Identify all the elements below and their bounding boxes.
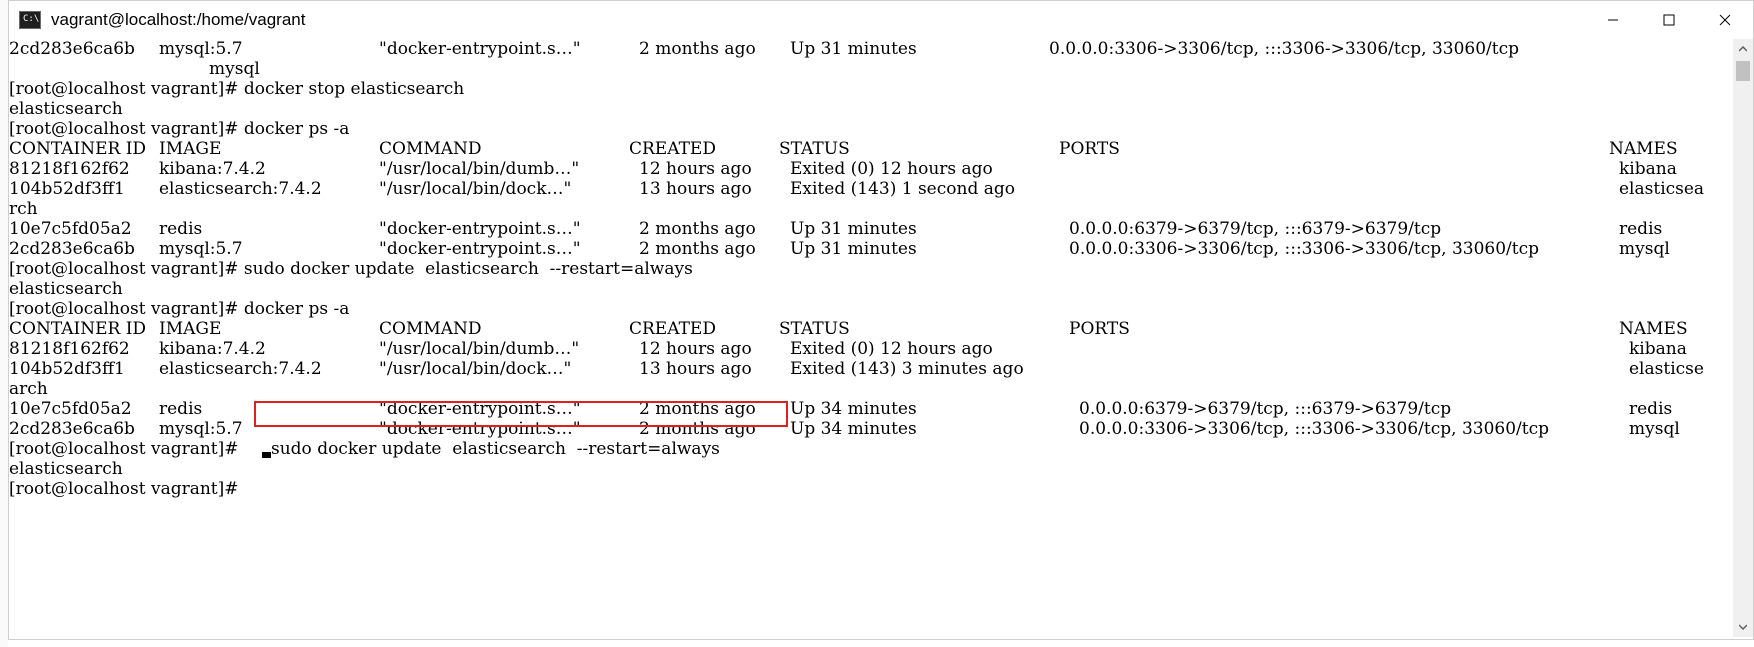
command-highlight-box bbox=[254, 401, 788, 427]
terminal-output[interactable]: 2cd283e6ca6b mysql:5.7 "docker-entrypoin… bbox=[9, 39, 1725, 637]
scroll-down-button[interactable] bbox=[1733, 617, 1753, 637]
table-row: 10e7c5fd05a2 redis "docker-entrypoint.s…… bbox=[9, 399, 1673, 419]
text-cursor bbox=[262, 452, 271, 458]
terminal-line: [root@localhost vagrant]# docker ps -a bbox=[9, 119, 350, 139]
table-row: 104b52df3ff1 elasticsearch:7.4.2 "/usr/l… bbox=[9, 359, 1704, 379]
desktop-edge bbox=[0, 0, 8, 647]
terminal-line: 2cd283e6ca6b mysql:5.7 "docker-entrypoin… bbox=[9, 39, 1519, 59]
terminal-line: [root@localhost vagrant]# docker stop el… bbox=[9, 79, 465, 99]
terminal-line: arch bbox=[9, 379, 48, 399]
chevron-up-icon bbox=[1739, 46, 1747, 52]
table-row: 2cd283e6ca6b mysql:5.7 "docker-entrypoin… bbox=[9, 419, 1680, 439]
console-icon: C:\ bbox=[19, 11, 41, 29]
table-row: 104b52df3ff1 elasticsearch:7.4.2 "/usr/l… bbox=[9, 179, 1705, 199]
terminal-line: rch bbox=[9, 199, 38, 219]
terminal-line: elasticsearch bbox=[9, 279, 123, 299]
terminal-window: C:\ vagrant@localhost:/home/vagrant 2cd2… bbox=[8, 0, 1754, 640]
window-title: vagrant@localhost:/home/vagrant bbox=[51, 10, 306, 29]
terminal-line: elasticsearch bbox=[9, 459, 123, 479]
window-controls bbox=[1585, 1, 1753, 39]
terminal-line: [root@localhost vagrant]# sudo docker up… bbox=[9, 439, 720, 459]
terminal-line: elasticsearch bbox=[9, 99, 123, 119]
table-row: 2cd283e6ca6b mysql:5.7 "docker-entrypoin… bbox=[9, 239, 1670, 259]
table-header-row: CONTAINER ID IMAGE COMMAND CREATED STATU… bbox=[9, 139, 1678, 159]
highlighted-command: sudo docker update elasticsearch --resta… bbox=[271, 439, 720, 459]
table-row: 81218f162f62 kibana:7.4.2 "/usr/local/bi… bbox=[9, 339, 1687, 359]
terminal-line: [root@localhost vagrant]# bbox=[9, 479, 239, 499]
table-header-row: CONTAINER ID IMAGE COMMAND CREATED STATU… bbox=[9, 319, 1688, 339]
close-button[interactable] bbox=[1697, 1, 1753, 39]
maximize-button[interactable] bbox=[1641, 1, 1697, 39]
title-bar[interactable]: C:\ vagrant@localhost:/home/vagrant bbox=[9, 1, 1753, 39]
chevron-down-icon bbox=[1739, 624, 1747, 630]
maximize-icon bbox=[1663, 14, 1675, 26]
table-row: 10e7c5fd05a2 redis "docker-entrypoint.s…… bbox=[9, 219, 1663, 239]
minimize-button[interactable] bbox=[1585, 1, 1641, 39]
terminal-line: mysql bbox=[209, 59, 260, 79]
terminal-line: [root@localhost vagrant]# sudo docker up… bbox=[9, 259, 693, 279]
table-row: 81218f162f62 kibana:7.4.2 "/usr/local/bi… bbox=[9, 159, 1677, 179]
scroll-up-button[interactable] bbox=[1733, 39, 1753, 59]
vertical-scrollbar[interactable] bbox=[1733, 39, 1753, 637]
terminal-line: [root@localhost vagrant]# docker ps -a bbox=[9, 299, 350, 319]
close-icon bbox=[1719, 14, 1731, 26]
minimize-icon bbox=[1608, 19, 1618, 21]
scroll-thumb[interactable] bbox=[1736, 61, 1750, 81]
